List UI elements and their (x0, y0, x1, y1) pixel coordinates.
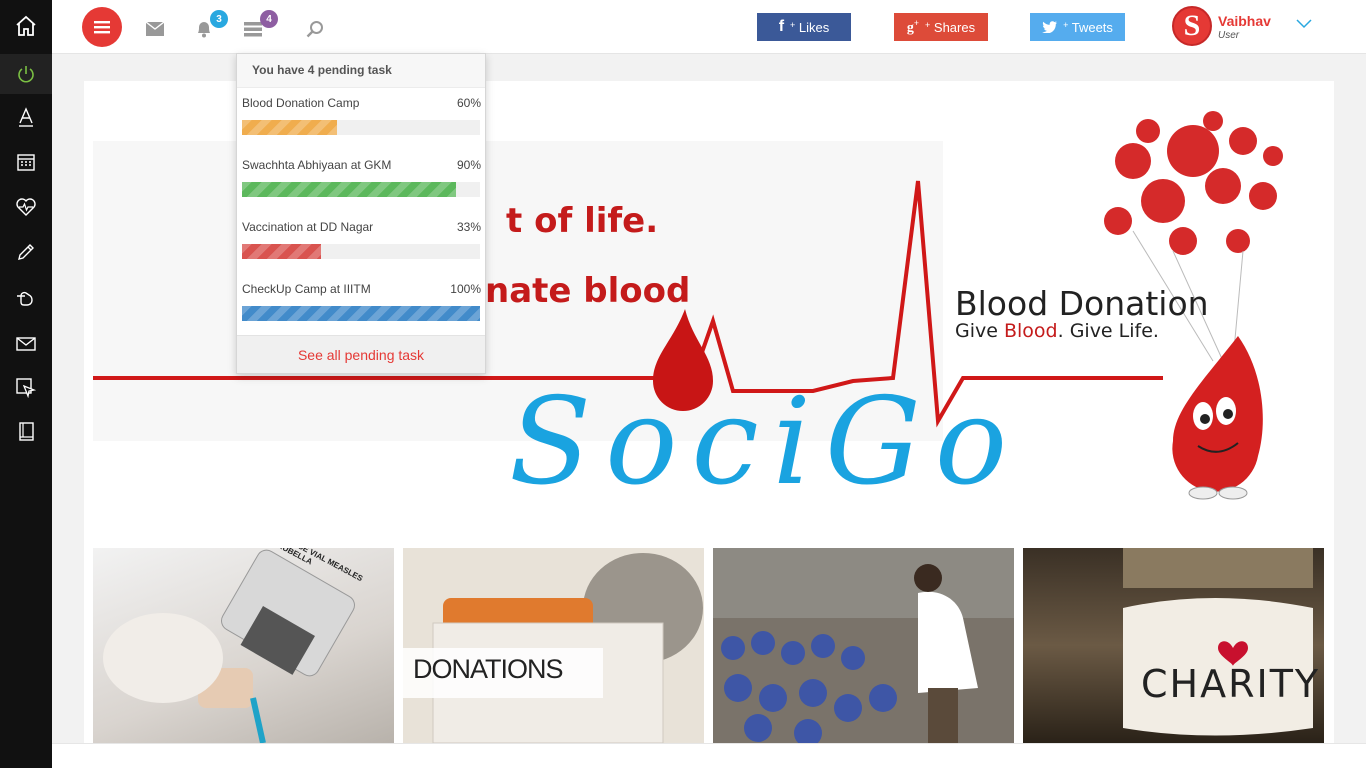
thumbnail-donations[interactable]: DONATIONS (403, 548, 704, 743)
book-icon (19, 422, 34, 441)
twitter-icon (1042, 21, 1058, 33)
sidebar-item-volunteer[interactable] (0, 277, 52, 317)
tasks-badge: 4 (260, 10, 278, 28)
font-icon (19, 107, 33, 127)
sidebar-item-docs[interactable] (0, 412, 52, 452)
task-progress-bar (242, 120, 338, 135)
task-percent: 33% (456, 220, 481, 234)
menu-toggle-button[interactable] (82, 7, 122, 47)
search-icon (306, 21, 323, 38)
sidebar-item-select[interactable] (0, 368, 52, 408)
hero-tagline-2: nate blood (485, 271, 691, 311)
user-name: Vaibhav (1218, 13, 1271, 29)
user-role: User (1218, 30, 1240, 41)
task-percent: 60% (456, 96, 481, 110)
power-icon (18, 66, 34, 83)
sidebar-item-mail[interactable] (0, 324, 52, 364)
dropdown-header: You have 4 pending task (237, 54, 485, 88)
messages-button[interactable] (145, 21, 165, 41)
task-progress-bar (242, 182, 457, 197)
tasks-icon (244, 22, 262, 37)
hamburger-icon (94, 21, 110, 34)
task-name: CheckUp Camp at IIITM (242, 282, 371, 296)
task-item[interactable]: Vaccination at DD Nagar 33% (242, 213, 481, 273)
heartbeat-icon (16, 198, 36, 216)
facebook-icon: f (778, 18, 785, 35)
avatar: S (1172, 6, 1212, 46)
chevron-down-icon (1296, 19, 1312, 29)
search-button[interactable] (306, 20, 324, 43)
sidebar-item-calendar[interactable] (0, 142, 52, 182)
task-name: Swachhta Abhiyaan at GKM (242, 158, 392, 172)
pending-tasks-dropdown: You have 4 pending task Blood Donation C… (236, 53, 486, 374)
sidebar-item-home[interactable] (0, 6, 52, 46)
donations-label: DONATIONS (413, 654, 564, 684)
campaign-thumbnails: 1 DOSE VIAL MEASLES RUBELLA DONATIONS CH… (93, 548, 1325, 743)
socigo-logo: SociGo (509, 373, 1022, 512)
see-all-tasks-link[interactable]: See all pending task (237, 335, 485, 373)
task-progress-track (242, 244, 480, 259)
donations-box-image (403, 553, 703, 743)
blood-donation-subtitle: Give Blood. Give Life. (955, 320, 1159, 342)
task-progress-track (242, 306, 480, 321)
thumbnail-vaccination[interactable]: 1 DOSE VIAL MEASLES RUBELLA (93, 548, 394, 743)
task-percent: 100% (450, 282, 481, 296)
sidebar (0, 0, 52, 768)
task-progress-bar (242, 244, 321, 259)
facebook-likes-button[interactable]: f + Likes (757, 13, 851, 41)
charity-label: CHARITY (1141, 662, 1321, 706)
hand-pointer-icon (17, 291, 33, 306)
task-item[interactable]: CheckUp Camp at IIITM 100% (242, 275, 481, 335)
blood-donation-title: Blood Donation (955, 284, 1209, 323)
calendar-icon (17, 154, 35, 171)
twitter-tweets-button[interactable]: + Tweets (1030, 13, 1125, 41)
thumbnail-school-children[interactable] (713, 548, 1014, 743)
cursor-icon (16, 378, 36, 398)
google-plus-shares-button[interactable]: g+ + Shares (894, 13, 988, 41)
pencil-icon (18, 244, 34, 260)
sidebar-item-health[interactable] (0, 187, 52, 227)
hero-tagline-1: t of life. (506, 201, 659, 241)
task-item[interactable]: Blood Donation Camp 60% (242, 89, 481, 149)
tasks-button[interactable] (244, 22, 262, 42)
top-navbar: 3 4 f + Likes g+ + Shares + Tweets S Vai… (52, 0, 1366, 54)
task-progress-track (242, 182, 480, 197)
sidebar-item-edit[interactable] (0, 232, 52, 272)
task-progress-track (242, 120, 480, 135)
user-menu[interactable]: S Vaibhav User (1172, 6, 1312, 46)
page-footer (52, 743, 1366, 768)
thumbnail-charity[interactable]: CHARITY (1023, 548, 1324, 743)
sidebar-item-font[interactable] (0, 97, 52, 137)
home-icon (16, 15, 36, 36)
google-plus-icon: g+ (906, 17, 920, 36)
envelope-icon (16, 337, 36, 351)
school-children-image (713, 548, 1014, 743)
notifications-badge: 3 (210, 10, 228, 28)
task-progress-bar (242, 306, 480, 321)
task-name: Vaccination at DD Nagar (242, 220, 374, 234)
task-name: Blood Donation Camp (242, 96, 360, 110)
sidebar-item-power[interactable] (0, 54, 52, 94)
charity-jar-image (1123, 548, 1313, 736)
envelope-icon (145, 21, 165, 36)
task-percent: 90% (456, 158, 481, 172)
task-item[interactable]: Swachhta Abhiyaan at GKM 90% (242, 151, 481, 211)
